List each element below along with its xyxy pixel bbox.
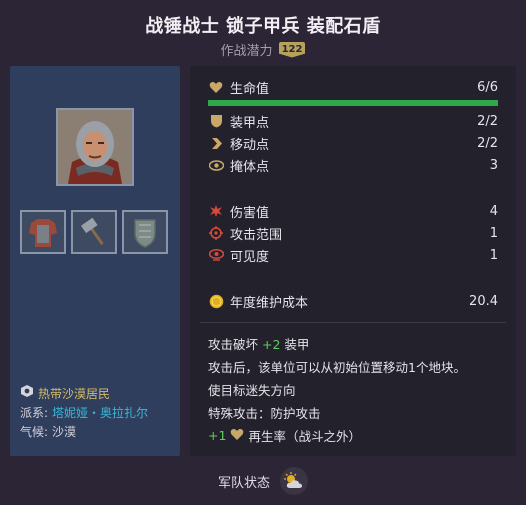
stat-range-value: 1 [489, 225, 498, 241]
climate-value: 沙漠 [52, 425, 77, 439]
culture-name[interactable]: 热带沙漠居民 [38, 385, 110, 404]
combat-potential-label: 作战潜力 [220, 44, 273, 59]
tribe-emblem-icon [20, 384, 34, 404]
stat-hp: 生命值 6/6 [208, 78, 498, 97]
ability-regen-text: 再生率（战斗之外） [248, 429, 361, 444]
stat-damage: 伤害值 4 [208, 202, 498, 221]
faction-label: 派系: [20, 406, 49, 420]
range-target-icon [208, 225, 224, 241]
ability-armor-break-suffix: 装甲 [284, 337, 310, 352]
combat-potential-row: 作战潜力 122 [0, 40, 526, 59]
unit-header: 战锤战士 锁子甲兵 装配石盾 作战潜力 122 [0, 0, 526, 64]
stat-hp-value: 6/6 [477, 79, 498, 95]
unit-stats-panel: 生命值 6/6 装甲点 2/2 移动点 2/2 掩体点 3 伤害值 4 攻击范围 [190, 66, 516, 456]
stat-cover: 掩体点 3 [208, 156, 498, 175]
gold-coin-icon [208, 293, 224, 309]
ability-move-after-attack: 攻击后，该单位可以从初始位置移动1个地块。 [208, 360, 466, 375]
ability-disorient: 使目标迷失方向 [208, 383, 296, 398]
stat-hp-label: 生命值 [230, 81, 270, 97]
stat-vision-value: 1 [489, 247, 498, 263]
stat-armor: 装甲点 2/2 [208, 112, 498, 131]
stat-move-value: 2/2 [477, 135, 498, 151]
stat-cover-label: 掩体点 [230, 159, 270, 175]
ability-regen-amount: +1 [208, 428, 227, 443]
chainmail-armor-icon[interactable] [20, 210, 66, 254]
army-status-label: 军队状态 [217, 475, 270, 491]
ability-armor-break: 攻击破坏 +2 装甲 [208, 334, 504, 353]
regen-heart-icon [230, 428, 244, 444]
combat-potential-badge: 122 [278, 41, 306, 58]
stone-shield-icon[interactable] [122, 210, 168, 254]
stat-upkeep-label: 年度维护成本 [230, 295, 309, 311]
stat-move: 移动点 2/2 [208, 134, 498, 153]
stats-divider [200, 322, 506, 323]
stat-upkeep-value: 20.4 [469, 293, 498, 309]
stat-damage-value: 4 [489, 203, 498, 219]
weather-sun-cloud-icon[interactable] [280, 467, 308, 495]
damage-burst-icon [208, 203, 224, 219]
climate-label: 气候: [20, 425, 49, 439]
eye-cover-icon [208, 157, 224, 173]
warhammer-icon[interactable] [71, 210, 117, 254]
hp-bar [208, 100, 498, 106]
ability-armor-break-amount: +2 [262, 337, 281, 352]
stat-damage-label: 伤害值 [230, 205, 270, 221]
stat-range: 攻击范围 1 [208, 224, 498, 243]
stat-armor-label: 装甲点 [230, 115, 270, 131]
stat-upkeep: 年度维护成本 20.4 [208, 292, 498, 311]
unit-title: 战锤战士 锁子甲兵 装配石盾 [145, 16, 381, 37]
army-status-bar: 军队状态 [0, 466, 526, 496]
stat-vision-label: 可见度 [230, 249, 270, 265]
unit-info-panel: 热带沙漠居民 派系: 塔妮娅・奥拉扎尔 气候: 沙漠 [10, 66, 180, 456]
stat-move-label: 移动点 [230, 137, 270, 153]
armored-warrior-portrait [56, 108, 134, 186]
armor-shield-icon [208, 113, 224, 129]
faction-link[interactable]: 塔妮娅・奥拉扎尔 [52, 404, 148, 423]
stat-vision: 可见度 1 [208, 246, 498, 265]
vision-eye-icon [208, 247, 224, 263]
ability-regen: +1 再生率（战斗之外） [208, 426, 504, 445]
ability-special-attack: 特殊攻击：防护攻击 [208, 406, 321, 421]
ability-armor-break-prefix: 攻击破坏 [208, 337, 259, 352]
stat-range-label: 攻击范围 [230, 227, 283, 243]
culture-info: 热带沙漠居民 派系: 塔妮娅・奥拉扎尔 气候: 沙漠 [20, 384, 148, 442]
stat-cover-value: 3 [489, 157, 498, 173]
move-chevron-icon [208, 135, 224, 151]
heart-icon [208, 79, 224, 95]
stat-armor-value: 2/2 [477, 113, 498, 129]
